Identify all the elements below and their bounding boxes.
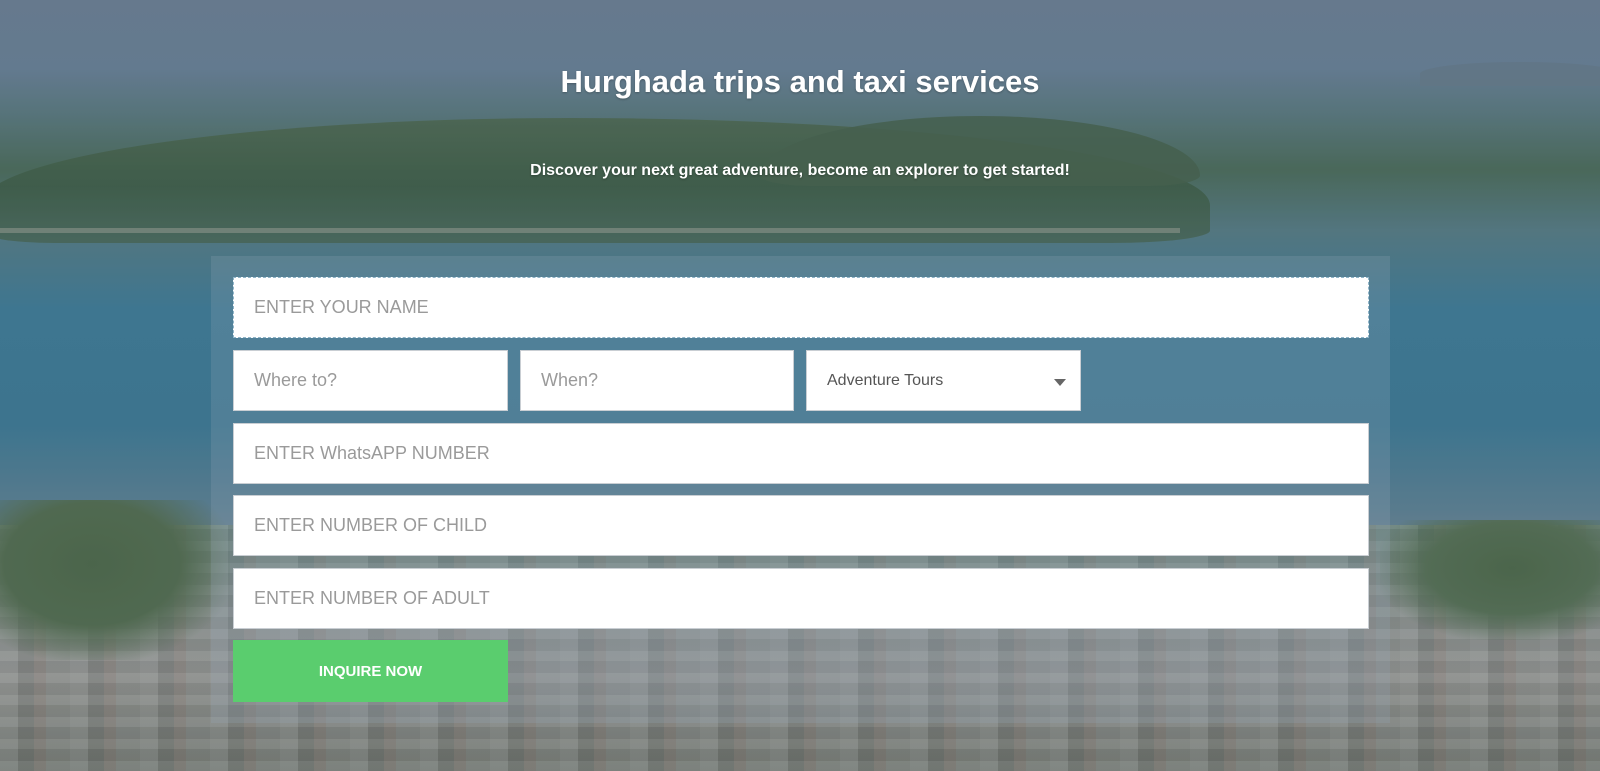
- whatsapp-number-input[interactable]: [233, 423, 1369, 484]
- page-title: Hurghada trips and taxi services: [560, 64, 1040, 99]
- tour-category-selected: Adventure Tours: [827, 371, 944, 389]
- caret-down-icon: [1054, 379, 1066, 386]
- date-input[interactable]: [520, 350, 794, 411]
- hero-section: Hurghada trips and taxi services Discove…: [0, 0, 1600, 771]
- inquire-now-button[interactable]: INQUIRE NOW: [233, 640, 508, 702]
- destination-input[interactable]: [233, 350, 508, 411]
- adults-count-input[interactable]: [233, 568, 1369, 629]
- name-input[interactable]: [233, 277, 1369, 338]
- children-count-input[interactable]: [233, 495, 1369, 556]
- tour-category-select[interactable]: Adventure Tours: [806, 350, 1081, 411]
- page-subtitle: Discover your next great adventure, beco…: [530, 162, 1070, 179]
